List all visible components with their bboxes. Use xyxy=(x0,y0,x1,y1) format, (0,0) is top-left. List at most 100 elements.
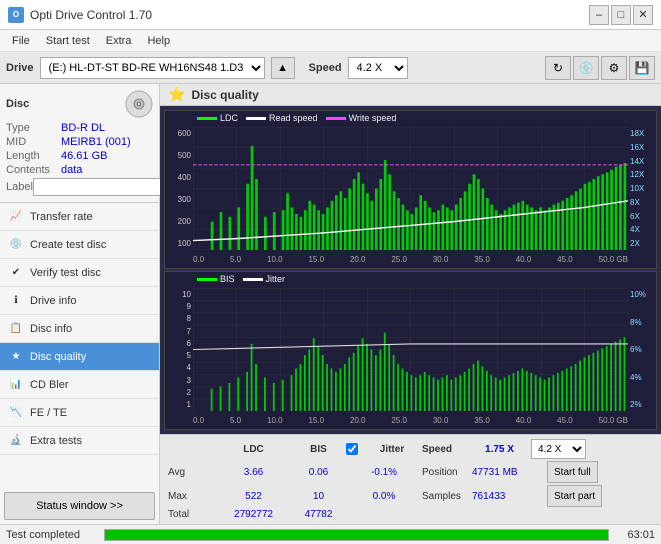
avg-label: Avg xyxy=(168,467,216,478)
extra-tests-icon: 🔬 xyxy=(8,433,24,449)
transfer-rate-icon: 📈 xyxy=(8,209,24,225)
speed-select[interactable]: 4.2 X xyxy=(348,57,408,79)
type-row: Type BD-R DL xyxy=(6,122,153,134)
avg-ldc: 3.66 xyxy=(216,467,291,478)
close-button[interactable]: ✕ xyxy=(633,5,653,25)
save-button[interactable]: 💾 xyxy=(629,56,655,80)
max-ldc: 522 xyxy=(216,491,291,502)
refresh-button[interactable]: ↻ xyxy=(545,56,571,80)
stats-area: LDC BIS Jitter Speed 1.75 X 4.2 X Avg 3.… xyxy=(160,434,661,524)
nav-verify-test-disc[interactable]: ✔ Verify test disc xyxy=(0,259,159,287)
total-ldc: 2792772 xyxy=(216,509,291,520)
writespeed-legend-label: Write speed xyxy=(349,113,397,123)
jitter-checkbox[interactable] xyxy=(346,443,358,455)
content-area: ⭐ Disc quality LDC Read speed xyxy=(160,84,661,524)
stats-speed-header: Speed xyxy=(422,444,472,455)
stats-total-row: Total 2792772 47782 xyxy=(168,509,653,520)
contents-value: data xyxy=(61,164,153,176)
total-bis: 47782 xyxy=(291,509,346,520)
chart1-y-right: 18X 16X 14X 12X 10X 8X 6X 4X 2X xyxy=(628,127,656,250)
stats-speed-value: 1.75 X xyxy=(472,444,527,455)
status-window-button[interactable]: Status window >> xyxy=(4,492,155,520)
menu-extra[interactable]: Extra xyxy=(98,33,140,49)
maximize-button[interactable]: □ xyxy=(611,5,631,25)
nav-create-test-disc-label: Create test disc xyxy=(30,239,106,251)
nav-disc-quality[interactable]: ★ Disc quality xyxy=(0,343,159,371)
nav-cd-bler-label: CD Bler xyxy=(30,379,69,391)
chart1-y-left: 600 500 400 300 200 100 xyxy=(165,127,193,250)
settings-button[interactable]: ⚙ xyxy=(601,56,627,80)
samples-label: Samples xyxy=(422,491,472,502)
ldc-legend-item: LDC xyxy=(197,113,238,123)
titlebar-left: O Opti Drive Control 1.70 xyxy=(8,7,152,23)
label-field-label: Label xyxy=(6,181,33,193)
bis-legend-item: BIS xyxy=(197,274,235,284)
stats-jitter-header: Jitter xyxy=(362,444,422,455)
nav-verify-test-disc-label: Verify test disc xyxy=(30,267,101,279)
nav-disc-info[interactable]: 📋 Disc info xyxy=(0,315,159,343)
jitter-legend-label: Jitter xyxy=(266,274,286,284)
type-label: Type xyxy=(6,122,61,134)
nav-transfer-rate-label: Transfer rate xyxy=(30,211,93,223)
titlebar: O Opti Drive Control 1.70 – □ ✕ xyxy=(0,0,661,30)
chart1-x-axis: 0.0 5.0 10.0 15.0 20.0 25.0 30.0 35.0 40… xyxy=(193,250,628,268)
menu-start-test[interactable]: Start test xyxy=(38,33,98,49)
minimize-button[interactable]: – xyxy=(589,5,609,25)
disc-info-panel: Disc Type BD-R DL MID MEIRB1 (001) Lengt… xyxy=(0,84,159,203)
disc-title: Disc xyxy=(6,98,29,110)
progress-time: 63:01 xyxy=(615,529,655,541)
chart2-y-right: 10% 8% 6% 4% 2% xyxy=(628,288,656,411)
label-input[interactable] xyxy=(33,178,171,196)
start-full-button[interactable]: Start full xyxy=(547,461,598,483)
ldc-legend-color xyxy=(197,117,217,120)
nav-transfer-rate[interactable]: 📈 Transfer rate xyxy=(0,203,159,231)
writespeed-legend-color xyxy=(326,117,346,120)
nav-disc-quality-label: Disc quality xyxy=(30,351,86,363)
nav-fe-te[interactable]: 📉 FE / TE xyxy=(0,399,159,427)
content-title: Disc quality xyxy=(191,88,258,102)
chart2-legend: BIS Jitter xyxy=(197,274,285,284)
speed-label: Speed xyxy=(309,62,342,74)
disc-header: Disc xyxy=(6,90,153,118)
jitter-legend-color xyxy=(243,278,263,281)
nav-create-test-disc[interactable]: 💿 Create test disc xyxy=(0,231,159,259)
disc-icon-btn[interactable]: 💿 xyxy=(573,56,599,80)
eject-button[interactable]: ▲ xyxy=(271,57,295,79)
contents-label: Contents xyxy=(6,164,61,176)
bis-jitter-chart: BIS Jitter xyxy=(164,271,657,430)
menu-help[interactable]: Help xyxy=(139,33,178,49)
disc-svg-icon xyxy=(125,90,153,118)
readspeed-legend-item: Read speed xyxy=(246,113,318,123)
label-row: Label ✏ xyxy=(6,178,153,196)
mid-label: MID xyxy=(6,136,61,148)
drivebar: Drive (E:) HL-DT-ST BD-RE WH16NS48 1.D3 … xyxy=(0,52,661,84)
max-label: Max xyxy=(168,491,216,502)
start-part-button[interactable]: Start part xyxy=(547,485,602,507)
position-value: 47731 MB xyxy=(472,467,547,478)
readspeed-legend-color xyxy=(246,117,266,120)
stats-speed-select[interactable]: 4.2 X xyxy=(531,439,586,459)
disc-quality-icon: ★ xyxy=(8,349,24,365)
chart1-svg xyxy=(193,127,628,250)
cd-bler-icon: 📊 xyxy=(8,377,24,393)
disc-quality-header-icon: ⭐ xyxy=(168,86,185,103)
readspeed-legend-label: Read speed xyxy=(269,113,318,123)
drive-select[interactable]: (E:) HL-DT-ST BD-RE WH16NS48 1.D3 xyxy=(40,57,265,79)
nav-extra-tests-label: Extra tests xyxy=(30,435,82,447)
menu-file[interactable]: File xyxy=(4,33,38,49)
stats-jitter-check[interactable] xyxy=(346,443,362,455)
nav-extra-tests[interactable]: 🔬 Extra tests xyxy=(0,427,159,455)
avg-jitter: -0.1% xyxy=(346,467,422,478)
nav-cd-bler[interactable]: 📊 CD Bler xyxy=(0,371,159,399)
titlebar-controls: – □ ✕ xyxy=(589,5,653,25)
nav-drive-info[interactable]: ℹ Drive info xyxy=(0,287,159,315)
jitter-legend-item: Jitter xyxy=(243,274,286,284)
disc-info-icon: 📋 xyxy=(8,321,24,337)
writespeed-legend-item: Write speed xyxy=(326,113,397,123)
menubar: File Start test Extra Help xyxy=(0,30,661,52)
stats-ldc-header: LDC xyxy=(216,444,291,455)
chart2-svg xyxy=(193,288,628,411)
stats-bis-header: BIS xyxy=(291,444,346,455)
samples-value: 761433 xyxy=(472,491,547,502)
create-test-disc-icon: 💿 xyxy=(8,237,24,253)
